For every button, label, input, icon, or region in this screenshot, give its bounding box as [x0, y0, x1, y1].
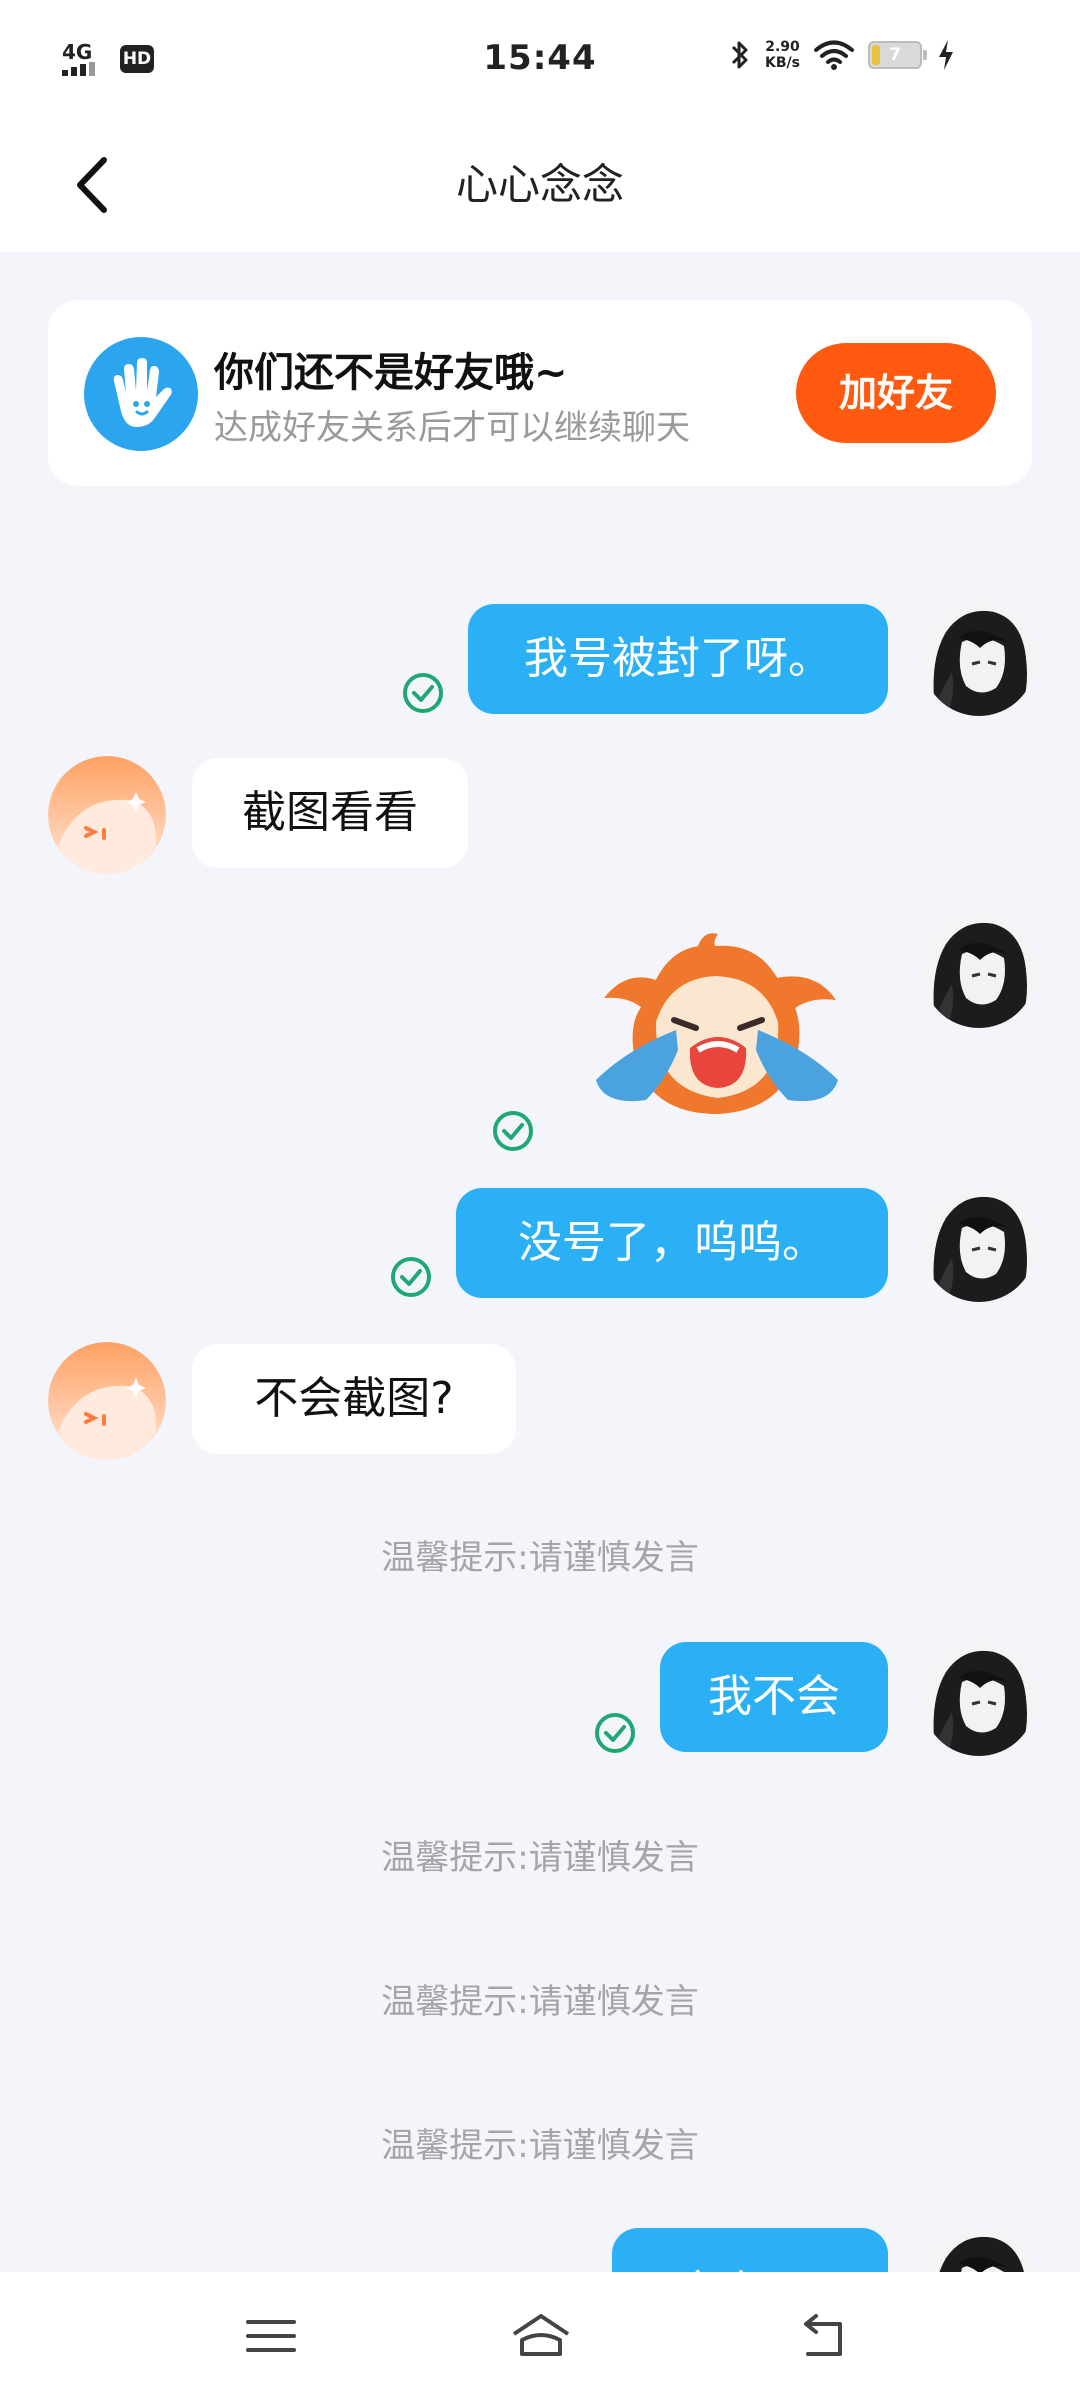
my-avatar[interactable] — [922, 1188, 1036, 1302]
system-tip: 温馨提示:请谨慎发言 — [381, 2126, 699, 2166]
wifi-icon — [814, 40, 854, 70]
my-message-bubble[interactable]: 没号了，呜呜。 — [456, 1188, 888, 1298]
sent-check-icon — [402, 672, 444, 714]
battery-icon: 7 — [868, 41, 927, 69]
sent-check-icon — [594, 1712, 636, 1754]
banner-title: 你们还不是好友哦~ — [214, 350, 568, 396]
menu-icon[interactable] — [236, 2304, 306, 2368]
banner-subtitle: 达成好友关系后才可以继续聊天 — [214, 408, 690, 448]
system-nav-bar — [0, 2272, 1080, 2400]
system-tip: 温馨提示:请谨慎发言 — [381, 1838, 699, 1878]
contact-avatar[interactable] — [48, 1342, 166, 1460]
my-avatar[interactable] — [922, 914, 1036, 1028]
status-right: 2.90 KB/s 7 — [729, 38, 956, 72]
bluetooth-icon — [731, 41, 748, 69]
speed-unit: KB/s — [765, 55, 800, 71]
speed-value: 2.90 — [765, 39, 800, 55]
my-message-bubble[interactable]: 我号被封了呀。 — [468, 604, 888, 714]
contact-avatar[interactable] — [48, 756, 166, 874]
chat-header: 心心念念 — [0, 120, 1080, 252]
not-friends-banner: 你们还不是好友哦~ 达成好友关系后才可以继续聊天 加好友 — [48, 300, 1032, 486]
network-speed: 2.90 KB/s — [765, 39, 800, 71]
add-friend-button[interactable]: 加好友 — [796, 343, 996, 443]
battery-level: 7 — [889, 45, 901, 65]
system-tip: 温馨提示:请谨慎发言 — [381, 1982, 699, 2022]
sent-check-icon — [492, 1110, 534, 1152]
crying-cartoon-sticker[interactable] — [586, 930, 848, 1126]
page-title: 心心念念 — [455, 160, 624, 209]
charging-icon — [939, 40, 953, 70]
contact-message-bubble[interactable]: 不会截图? — [192, 1344, 516, 1454]
system-tip: 温馨提示:请谨慎发言 — [381, 1538, 699, 1578]
my-message-bubble[interactable]: 我不会 — [660, 1642, 888, 1752]
back-icon[interactable] — [788, 2304, 858, 2368]
sent-check-icon — [390, 1256, 432, 1298]
my-avatar[interactable] — [922, 602, 1036, 716]
status-bar: 4G HD 15:44 2.90 KB/s 7 — [0, 0, 1080, 120]
contact-message-bubble[interactable]: 截图看看 — [192, 758, 468, 868]
my-avatar[interactable] — [922, 1642, 1036, 1756]
home-icon[interactable] — [506, 2304, 576, 2368]
waving-hand-icon — [84, 337, 198, 451]
